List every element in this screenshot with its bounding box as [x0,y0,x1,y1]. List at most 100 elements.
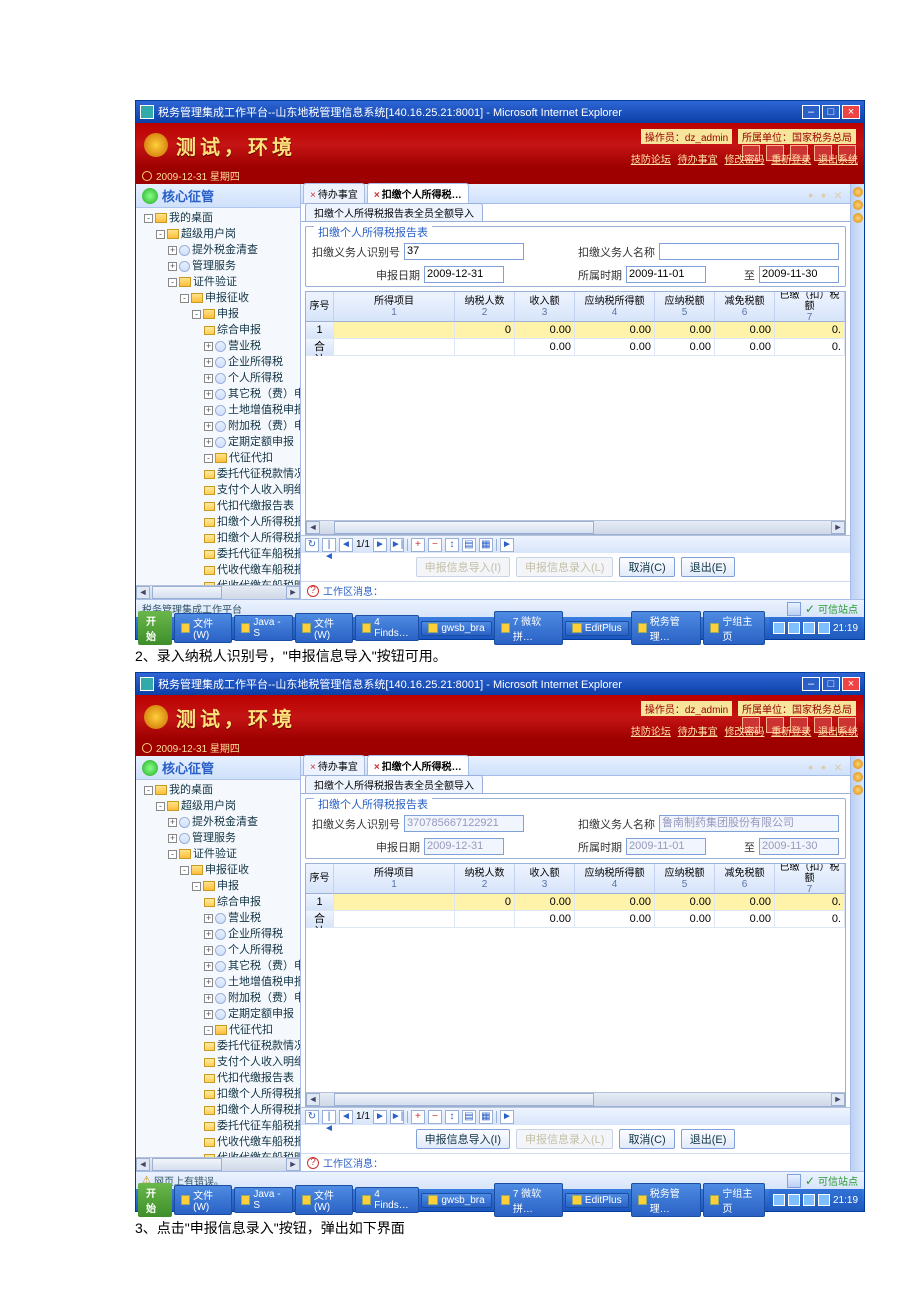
sub-tab-import[interactable]: 扣缴个人所得税报告表全员全额导入 [305,203,483,221]
import-button[interactable]: 申报信息导入(I) [416,1129,510,1149]
tree-node[interactable]: +提外税金清查 [140,242,300,258]
tree-node[interactable]: -申报 [140,306,300,322]
sub-tab-import[interactable]: 扣缴个人所得税报告表全员全额导入 [305,775,483,793]
tree-node[interactable]: 委托代征税款情况表 [140,1038,300,1054]
tree-node[interactable]: -证件验证 [140,274,300,290]
grid-h-scrollbar[interactable]: ◄► [306,1092,845,1106]
tree-node[interactable]: 支付个人收入明细表 [140,1054,300,1070]
task-item[interactable]: 文件(W) [295,613,353,643]
link-todo[interactable]: 待办事宜 [678,155,718,166]
tree-node[interactable]: +营业税 [140,338,300,354]
exit-button[interactable]: 退出(E) [681,557,736,577]
period-from-input[interactable]: 2009-11-01 [626,266,706,283]
tb-filter[interactable]: ▤ [462,1110,476,1124]
link-todo[interactable]: 待办事宜 [678,727,718,738]
tree-node[interactable]: +企业所得税 [140,354,300,370]
report-date-input[interactable]: 2009-12-31 [424,266,504,283]
tree-node[interactable]: 综合申报 [140,322,300,338]
minimize-button[interactable]: ‒ [802,677,820,691]
task-item[interactable]: Java - S [234,615,293,641]
link-relogin[interactable]: 重新登录 [771,727,811,738]
maximize-button[interactable]: □ [822,105,840,119]
tb-add[interactable]: + [411,538,425,552]
report-date-input[interactable]: 2009-12-31 [424,838,504,855]
tab-todo[interactable]: ×待办事宜 [303,183,365,203]
tree-node[interactable]: +其它税（费）申报表 [140,958,300,974]
link-relogin[interactable]: 重新登录 [771,155,811,166]
tree-node[interactable]: 委托代征车船税报告表 [140,546,300,562]
tray[interactable]: 21:19 [769,617,862,639]
tree-node[interactable]: +定期定额申报 [140,1006,300,1022]
tree-node[interactable]: 扣缴个人所得税报告表全 [140,514,300,530]
task-item[interactable]: EditPlus [565,621,629,636]
h-scrollbar[interactable]: ◄► [136,585,300,599]
input-button[interactable]: 申报信息录入(L) [516,1129,613,1149]
task-item[interactable]: Java - S [234,1187,293,1213]
tb-last[interactable]: ►| [390,1110,404,1124]
input-button[interactable]: 申报信息录入(L) [516,557,613,577]
tree-node[interactable]: +提外税金清查 [140,814,300,830]
task-item[interactable]: 税务管理… [631,1183,702,1217]
maximize-button[interactable]: □ [822,677,840,691]
tree-node[interactable]: -申报征收 [140,290,300,306]
tb-go[interactable]: ► [500,538,514,552]
tb-del[interactable]: − [428,1110,442,1124]
tree-node[interactable]: 代扣代缴报告表 [140,498,300,514]
close-button[interactable]: × [842,677,860,691]
payer-name-input[interactable] [659,243,839,260]
tree-node[interactable]: -我的桌面 [140,782,300,798]
period-from-input[interactable]: 2009-11-01 [626,838,706,855]
tb-add[interactable]: + [411,1110,425,1124]
tb-prev[interactable]: ◄ [339,1110,353,1124]
task-item[interactable]: 文件(W) [174,613,232,643]
tb-refresh[interactable]: ↻ [305,538,319,552]
task-item[interactable]: 文件(W) [295,1185,353,1215]
link-exit[interactable]: 退出系统 [818,727,858,738]
tree-node[interactable]: 代收代缴车船税报告表 [140,562,300,578]
tb-export[interactable]: ▦ [479,538,493,552]
link-pwd[interactable]: 修改密码 [724,727,764,738]
tab-winctrl[interactable]: • • × [802,759,850,775]
right-strip[interactable] [850,184,864,599]
tree-node[interactable]: -代征代扣 [140,450,300,466]
tree-node[interactable]: -申报征收 [140,862,300,878]
grid-row-1[interactable]: 10 0.000.000.00 0.000. [306,322,845,339]
tree-node[interactable]: +土地增值税申报表 [140,974,300,990]
tb-first[interactable]: |◄ [322,538,336,552]
tree-node[interactable]: 委托代征车船税报告表 [140,1118,300,1134]
tree-node[interactable]: 支付个人收入明细表 [140,482,300,498]
tree-node[interactable]: +管理服务 [140,830,300,846]
tree-node[interactable]: -超级用户岗 [140,798,300,814]
tree-node[interactable]: +其它税（费）申报表 [140,386,300,402]
tree-node[interactable]: -证件验证 [140,846,300,862]
cancel-button[interactable]: 取消(C) [619,1129,674,1149]
tree-node[interactable]: 扣缴个人所得税报告表异于 [140,1102,300,1118]
grid-row-1[interactable]: 10 0.000.000.00 0.000. [306,894,845,911]
task-item[interactable]: 宁组主页 [703,611,765,645]
link-forum[interactable]: 技防论坛 [631,155,671,166]
period-to-input[interactable]: 2009-11-30 [759,838,839,855]
tb-export[interactable]: ▦ [479,1110,493,1124]
right-strip[interactable] [850,756,864,1171]
tree-node[interactable]: +定期定额申报 [140,434,300,450]
tree-node[interactable]: +个人所得税 [140,370,300,386]
task-item[interactable]: 税务管理… [631,611,702,645]
payer-name-input[interactable]: 鲁南制药集团股份有限公司 [659,815,839,832]
tree-node[interactable]: +管理服务 [140,258,300,274]
close-button[interactable]: × [842,105,860,119]
task-item[interactable]: EditPlus [565,1193,629,1208]
task-item[interactable]: 4 Finds… [355,615,419,641]
tree-node[interactable]: 扣缴个人所得税报告表异于 [140,530,300,546]
start-button[interactable]: 开始 [138,1183,172,1217]
tb-last[interactable]: ►| [390,538,404,552]
task-item[interactable]: gwsb_bra [421,621,491,636]
task-item[interactable]: 宁组主页 [703,1183,765,1217]
tb-refresh[interactable]: ↻ [305,1110,319,1124]
tree-node[interactable]: -代征代扣 [140,1022,300,1038]
link-forum[interactable]: 技防论坛 [631,727,671,738]
tree-node[interactable]: 代收代缴车船税明细报告 [140,1150,300,1157]
tree-node[interactable]: +营业税 [140,910,300,926]
tree-node[interactable]: 扣缴个人所得税报告表全 [140,1086,300,1102]
tb-next[interactable]: ► [373,1110,387,1124]
tab-todo[interactable]: ×待办事宜 [303,755,365,775]
